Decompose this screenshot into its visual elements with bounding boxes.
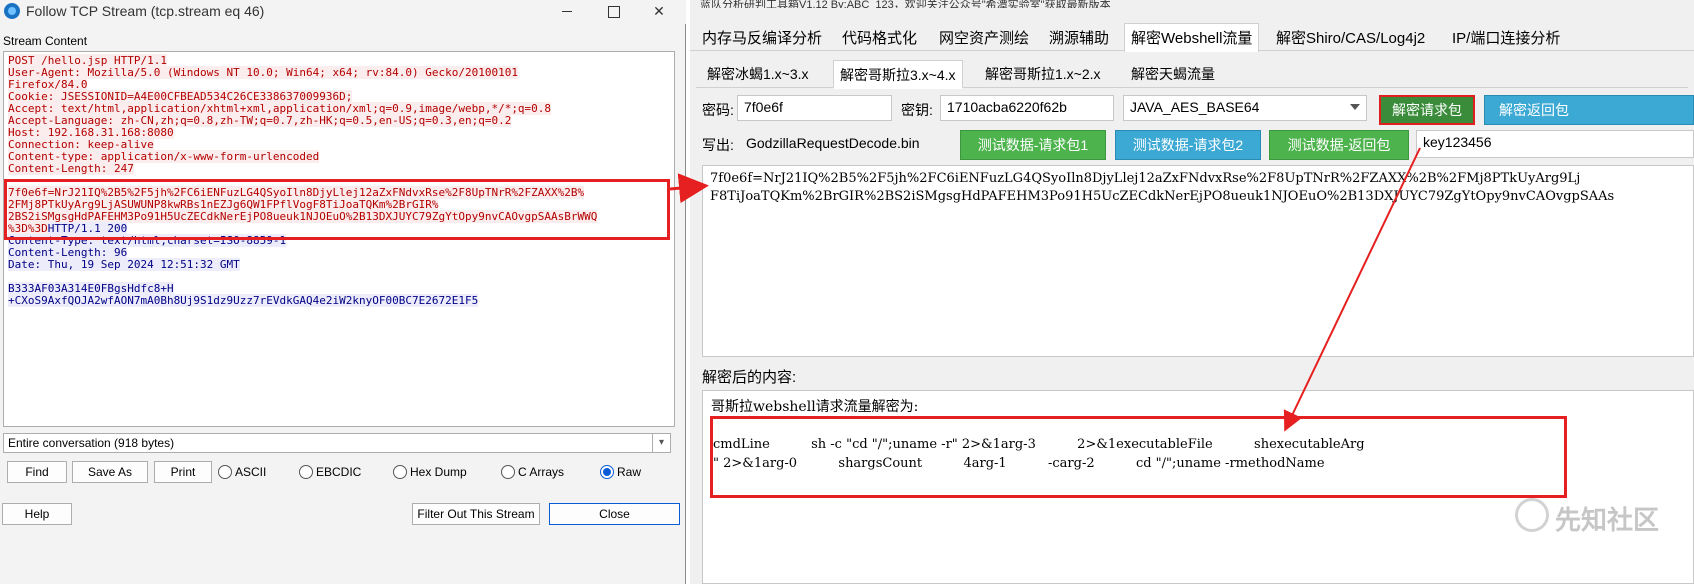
key-label: 密钥:	[901, 102, 933, 118]
decrypt-request-button[interactable]: 解密请求包	[1379, 95, 1475, 125]
maximize-icon[interactable]	[590, 0, 636, 24]
stream-line: +CXoS9AxfQOJA2wfAON7mA0Bh8Uj9S1dz9Uzz7rE…	[8, 294, 670, 307]
highlight-box-decrypted-result	[710, 416, 1567, 498]
stream-line: Content-Length: 247	[8, 162, 670, 175]
output-filename: GodzillaRequestDecode.bin	[746, 135, 920, 151]
chevron-down-icon[interactable]	[1350, 104, 1360, 110]
wireshark-icon	[4, 3, 20, 19]
print-button[interactable]: Print	[154, 461, 212, 483]
payload-textarea[interactable]: 7f0e6f=NrJ21IQ%2B5%2F5jh%2FC6iENFuzLG4QS…	[702, 165, 1694, 357]
request-headers: POST /hello.jsp HTTP/1.1 User-Agent: Mozi…	[8, 54, 670, 175]
xianzhi-logo-icon	[1515, 498, 1549, 532]
result-heading: 哥斯拉webshell请求流量解密为:	[711, 399, 919, 415]
decrypted-content-label: 解密后的内容:	[702, 369, 797, 386]
payload-line: 7f0e6f=NrJ21IQ%2B5%2F5jh%2FC6iENFuzLG4QS…	[710, 171, 1581, 186]
window-titlebar: Follow TCP Stream (tcp.stream eq 46) ✕	[0, 0, 686, 24]
test-request2-button[interactable]: 测试数据-请求包2	[1115, 130, 1261, 160]
tab-webshell-decrypt[interactable]: 解密Webshell流量	[1124, 23, 1260, 52]
save-as-button[interactable]: Save As	[72, 461, 148, 483]
format-radio-raw[interactable]: Raw	[600, 465, 641, 479]
find-button[interactable]: Find	[7, 461, 67, 483]
stream-line-text: +CXoS9AxfQOJA2wfAON7mA0Bh8Uj9S1dz9Uzz7rE…	[8, 294, 479, 307]
format-radio-c-arrays[interactable]: C Arrays	[501, 465, 564, 479]
stream-content-label: Stream Content	[3, 34, 88, 48]
test-request1-button[interactable]: 测试数据-请求包1	[960, 130, 1106, 160]
tab-ip-port-analysis[interactable]: IP/端口连接分析	[1452, 27, 1560, 48]
format-radio-ascii[interactable]: ASCII	[218, 465, 266, 479]
tab-memshell-decompile[interactable]: 内存马反编译分析	[702, 27, 822, 48]
algorithm-select[interactable]: JAVA_AES_BASE64	[1123, 95, 1367, 121]
close-button[interactable]: Close	[549, 503, 680, 525]
close-icon[interactable]: ✕	[636, 0, 682, 24]
key-input[interactable]: 1710acba6220f62b	[940, 95, 1114, 121]
response-body: B333AF03A314E0FBgsHdfc8+H +CXoS9AxfQOJA2w…	[8, 282, 670, 307]
write-out-label: 写出:	[702, 137, 734, 153]
filter-out-stream-button[interactable]: Filter Out This Stream	[412, 503, 540, 525]
highlight-box-request-body	[4, 179, 670, 240]
conversation-select-value: Entire conversation (918 bytes)	[8, 436, 175, 450]
window-title: Follow TCP Stream (tcp.stream eq 46)	[26, 3, 265, 19]
tab-godzilla-1-2[interactable]: 解密哥斯拉1.x~2.x	[985, 64, 1101, 84]
stream-line: Date: Thu, 19 Sep 2024 12:51:32 GMT	[8, 258, 670, 271]
minimize-icon[interactable]	[544, 0, 590, 24]
chevron-down-icon[interactable]: ▾	[652, 434, 670, 452]
stream-line-text: Date: Thu, 19 Sep 2024 12:51:32 GMT	[8, 258, 240, 271]
tab-shiro-cas-log4j2[interactable]: 解密Shiro/CAS/Log4j2	[1276, 27, 1425, 48]
tab-code-format[interactable]: 代码格式化	[842, 27, 917, 48]
help-button[interactable]: Help	[2, 503, 72, 525]
stream-line: User-Agent: Mozilla/5.0 (Windows NT 10.0…	[8, 66, 670, 79]
format-radio-hex-dump[interactable]: Hex Dump	[393, 465, 467, 479]
tab-behinder[interactable]: 解密冰蝎1.x~3.x	[707, 64, 809, 84]
conversation-select[interactable]: Entire conversation (918 bytes) ▾	[3, 433, 671, 453]
algorithm-select-value: JAVA_AES_BASE64	[1130, 99, 1260, 115]
tool-window-title: 蓝队分析研判工具箱V1.12 By:ABC_123，欢迎关注公众号"希潭实验室"…	[700, 0, 1111, 8]
decrypt-response-button[interactable]: 解密返回包	[1484, 95, 1694, 125]
follow-tcp-stream-window: Follow TCP Stream (tcp.stream eq 46) ✕ S…	[0, 0, 686, 584]
key-string-input[interactable]: key123456	[1416, 130, 1694, 158]
password-input[interactable]: 7f0e6f	[737, 95, 892, 121]
response-headers: Content-Type: text/html;charset=ISO-8859…	[8, 234, 670, 271]
format-radio-ebcdic[interactable]: EBCDIC	[299, 465, 361, 479]
password-label: 密码:	[702, 102, 734, 118]
payload-line: F8TiJoaTQKm%2BrGIR%2BS2iSMgsgHdPAFEHM3Po…	[710, 189, 1615, 204]
tab-tianxie[interactable]: 解密天蝎流量	[1131, 64, 1215, 84]
main-tab-bar: 内存马反编译分析 代码格式化 网空资产测绘 溯源辅助 解密Webshell流量 …	[690, 23, 1694, 52]
test-response-button[interactable]: 测试数据-返回包	[1269, 130, 1409, 160]
watermark: 先知社区	[1555, 505, 1660, 535]
tab-trace-assist[interactable]: 溯源辅助	[1049, 27, 1109, 48]
stream-line-text: Content-Length: 247	[8, 162, 134, 175]
sub-tab-bar: 解密冰蝎1.x~3.x 解密哥斯拉3.x~4.x 解密哥斯拉1.x~2.x 解密…	[696, 58, 1688, 89]
tab-godzilla-3-4[interactable]: 解密哥斯拉3.x~4.x	[833, 60, 963, 89]
tab-asset-mapping[interactable]: 网空资产测绘	[939, 27, 1029, 48]
